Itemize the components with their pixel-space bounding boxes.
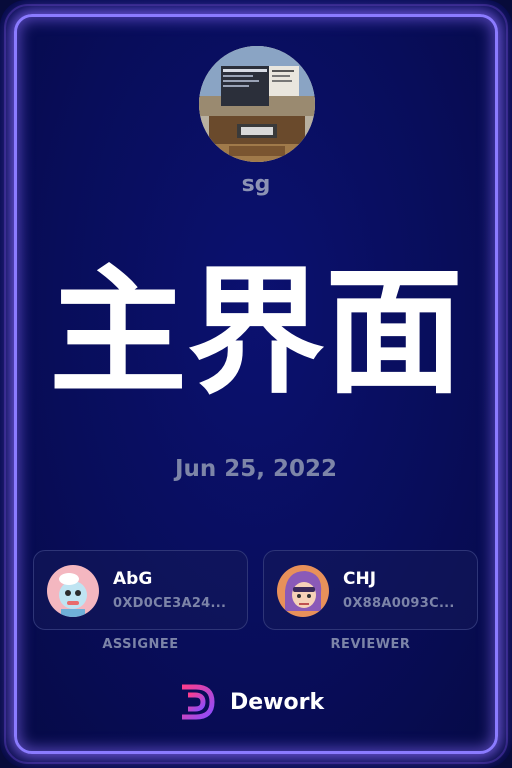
reviewer-avatar-image bbox=[277, 565, 329, 617]
task-card: sg 主界面 Jun 25, 2022 AbG 0XD0CE3A24... AS… bbox=[0, 0, 512, 768]
reviewer-card[interactable]: CHJ 0X88A0093C... bbox=[263, 550, 478, 630]
dework-logo-icon bbox=[182, 684, 215, 720]
reviewer-name: CHJ bbox=[343, 569, 377, 589]
brand-name: Dework bbox=[230, 689, 325, 715]
username: sg bbox=[241, 172, 271, 197]
task-title: 主界面 bbox=[48, 252, 463, 413]
task-date: Jun 25, 2022 bbox=[174, 456, 338, 482]
user-avatar bbox=[199, 46, 315, 162]
brand: Dework bbox=[178, 682, 324, 722]
assignee-label: ASSIGNEE bbox=[102, 637, 179, 652]
assignee-avatar-image bbox=[47, 565, 99, 617]
assignee-avatar bbox=[47, 565, 99, 617]
assignee-card[interactable]: AbG 0XD0CE3A24... bbox=[33, 550, 248, 630]
assignee-name: AbG bbox=[113, 569, 153, 589]
user-avatar-image bbox=[199, 46, 315, 162]
assignee-address: 0XD0CE3A24... bbox=[113, 596, 227, 611]
reviewer-label: REVIEWER bbox=[330, 637, 411, 652]
reviewer-avatar bbox=[277, 565, 329, 617]
reviewer-address: 0X88A0093C... bbox=[343, 596, 455, 611]
